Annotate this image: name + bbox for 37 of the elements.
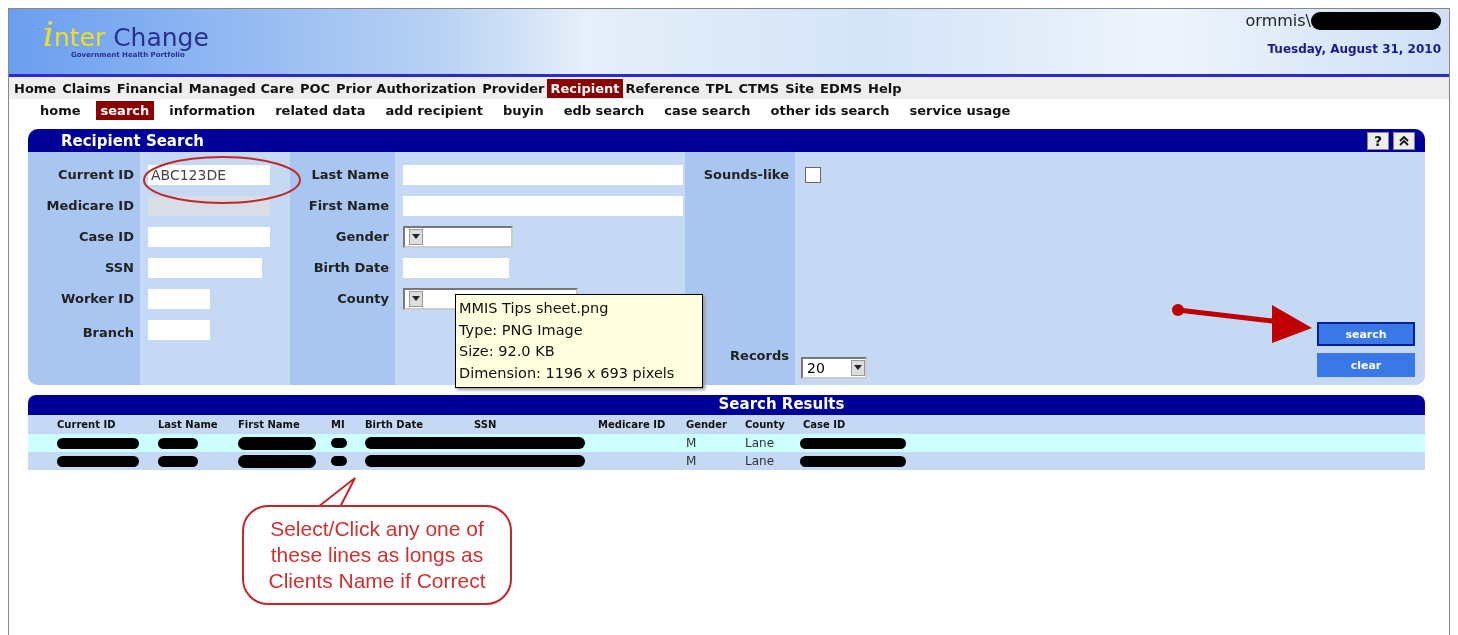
field-label: Birth Date [312,259,390,277]
user-name: ormmis\ [1245,11,1311,30]
table-cell-text: Lane [745,454,776,468]
column-header: Case ID [803,419,847,430]
column-header: Birth Date [365,419,424,430]
column-header: First Name [238,419,301,430]
callout-text: Select/Click any one of these lines as longs as Clients Name if Correct [242,505,512,605]
column-header: County [745,419,786,430]
field-label: County [336,290,390,308]
column-header: Gender [686,419,728,430]
column-header: Last Name [158,419,219,430]
field-label: Current ID [56,166,135,184]
field-label: SSN [103,259,135,277]
field-label: Branch [81,324,135,342]
field-label: Gender [334,228,390,246]
field-label: First Name [307,197,390,215]
column-header: Current ID [57,419,117,430]
tooltip-line: Dimension: 1196 x 693 pixels [459,363,676,383]
field-label: Worker ID [60,290,135,308]
field-label: Medicare ID [45,197,135,215]
field-label: Records [729,347,790,365]
column-header: MI [331,419,346,430]
panel-title: Recipient Search [61,131,204,150]
field-label: Sounds-like [702,166,790,184]
table-cell-text: M [686,436,698,450]
field-label: Case ID [77,228,135,246]
table-cell-text: Lane [745,436,776,450]
column-header: SSN [474,419,498,430]
date-label: Tuesday, August 31, 2010 [1267,42,1441,56]
tooltip-line: MMIS Tips sheet.png [459,299,610,318]
field-label: Last Name [310,166,390,184]
tooltip-line: Size: 92.0 KB [459,342,556,361]
table-cell-text: M [686,454,698,468]
column-header: Medicare ID [598,419,667,430]
tooltip-line: Type: PNG Image [459,320,584,340]
logo: inter Change [43,17,209,51]
results-title: Search Results [28,395,1425,415]
